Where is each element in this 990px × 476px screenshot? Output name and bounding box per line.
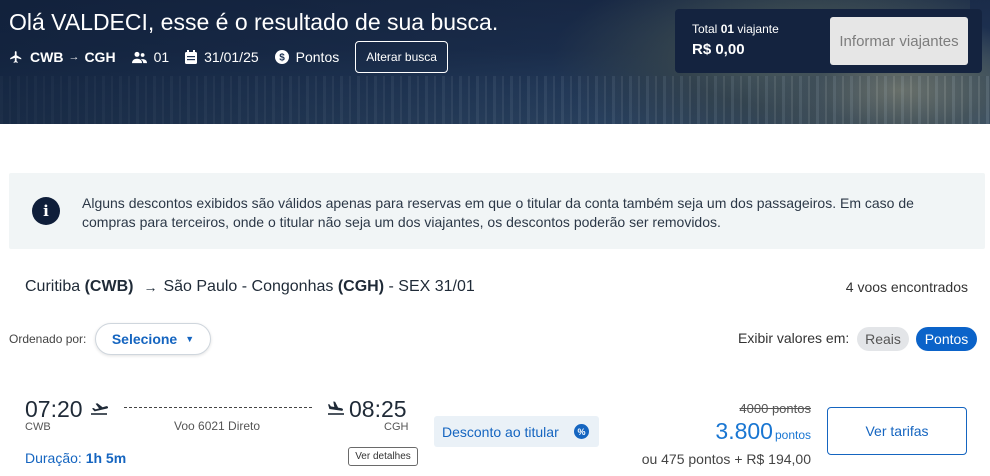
airplane-icon [9,50,23,64]
sort-dropdown[interactable]: Selecione ▼ [95,323,211,355]
total-price: R$ 0,00 [692,41,745,58]
route-date: - SEX 31/01 [388,278,475,295]
view-details-button[interactable]: Ver detalhes [348,447,418,466]
destination-city-code: (CGH) [337,278,385,295]
sort-label: Ordenado por: [9,332,87,346]
price-unit: pontos [774,428,811,442]
total-travellers-label: Total 01 viajante [692,22,779,36]
takeoff-icon [91,403,109,415]
percent-icon: % [574,424,589,439]
payment-summary: $ Pontos [274,49,340,65]
travel-date: 31/01/25 [204,49,259,65]
passenger-count: 01 [153,49,170,65]
flights-found-count: 4 voos encontrados [845,279,968,295]
calendar-icon [185,50,198,64]
holder-discount-badge[interactable]: Desconto ao titular % [434,416,599,447]
toggle-reais[interactable]: Reais [857,327,909,351]
payment-mode: Pontos [295,49,340,65]
date-summary: 31/01/25 [185,49,259,65]
flight-path-line [124,407,312,408]
info-banner-text: Alguns descontos exibidos são válidos ap… [82,195,914,230]
inform-travellers-button[interactable]: Informar viajantes [830,17,968,65]
flight-number: Voo 6021 Direto [174,419,261,433]
search-summary: CWB → CGH 01 31/01/25 $ Pontos Alterar b… [9,41,448,73]
info-banner: i Alguns descontos exibidos são válidos … [9,173,985,249]
price-points: 3.800 [715,418,773,444]
search-header: Olá VALDECI, esse é o resultado de sua b… [0,0,990,124]
departure-code: CWB [25,421,51,433]
sort-selected-value: Selecione [111,331,178,347]
coin-icon: $ [274,50,289,64]
info-icon: i [32,197,60,225]
origin-city: Curitiba [25,278,81,295]
origin-city-code: (CWB) [84,278,134,295]
route-summary: CWB → CGH [9,49,116,65]
view-fares-button[interactable]: Ver tarifas [827,407,967,455]
total-summary-box: Total 01 viajante R$ 0,00 Informar viaja… [675,9,982,73]
passenger-summary: 01 [131,49,170,65]
destination-code: CGH [84,49,116,65]
arrow-right-icon: → [68,51,80,63]
departure-time: 07:20 [25,396,83,422]
greeting-title: Olá VALDECI, esse é o resultado de sua b… [9,9,499,35]
original-price: 4000 pontos [739,401,811,416]
discounted-price: 3.800 pontos [715,418,811,445]
svg-text:$: $ [279,53,285,64]
alternative-price: ou 475 pontos + R$ 194,00 [641,451,811,467]
landing-icon [328,401,344,415]
discount-label: Desconto ao titular [442,423,559,440]
origin-code: CWB [30,49,64,65]
caret-down-icon: ▼ [185,334,195,344]
users-icon [131,51,147,64]
arrow-right-icon: → [143,279,158,295]
arrival-time: 08:25 [349,396,407,422]
destination-city: São Paulo - Congonhas [163,278,334,295]
route-heading: Curitiba (CWB) → São Paulo - Congonhas (… [25,278,475,296]
arrival-code: CGH [384,421,409,433]
alter-search-button[interactable]: Alterar busca [355,41,448,73]
flight-duration: Duração: 1h 5m [25,450,127,466]
toggle-pontos[interactable]: Pontos [916,327,977,351]
view-values-label: Exibir valores em: [738,330,850,346]
